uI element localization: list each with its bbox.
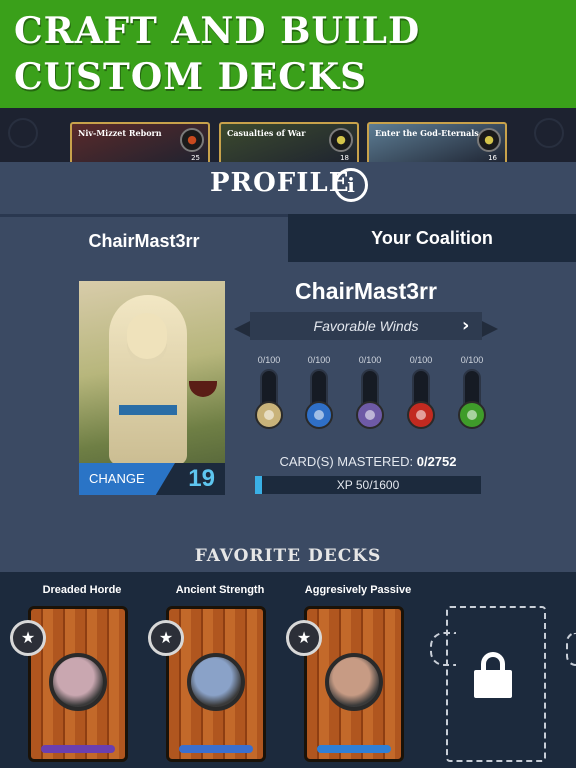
promo-banner: CRAFT AND BUILD CUSTOM DECKS [0,0,576,108]
green-mana-icon [458,401,486,429]
deck-avatar [187,653,245,711]
white-mana-icon [255,401,283,429]
player-title: Favorable Winds [313,318,419,334]
mana-meter: 0/100 [452,355,492,435]
player-title-selector[interactable]: Favorable Winds › [234,312,498,340]
mana-meter-label: 0/100 [307,355,331,365]
mini-card-name: Niv-Mizzet Reborn [78,128,162,138]
background-emblem-icon [534,118,564,148]
mini-card-count: 25 [191,154,200,162]
tab-profile[interactable]: ChairMast3rr [0,214,288,262]
favorite-decks-title: FAVORITE DECKS [194,546,382,566]
deck-item[interactable]: Dreaded Horde ★ [10,572,142,768]
cards-mastered: CARD(S) MASTERED: 0/2752 [256,454,480,469]
star-icon[interactable]: ★ [286,620,322,656]
mana-meter-label: 0/100 [257,355,281,365]
deck-item[interactable]: Ancient Strength ★ [148,572,280,768]
info-icon[interactable]: i [334,168,368,202]
next-slot-hint [566,632,576,666]
orb-highlight [314,410,324,420]
banner-title: CRAFT AND BUILD CUSTOM DECKS [14,10,421,98]
deck-avatar [325,653,383,711]
cards-mastered-value: 0/2752 [416,454,457,469]
deck-color-bar [41,745,115,753]
mana-meter-label: 0/100 [358,355,382,365]
mana-meter-label: 0/100 [409,355,433,365]
star-icon[interactable]: ★ [10,620,46,656]
tab-your-coalition[interactable]: Your Coalition [288,214,576,262]
orb-highlight [416,410,426,420]
profile-header: PROFILE i [0,162,576,214]
deck-color-bar [317,745,391,753]
card-strip: Niv-Mizzet Reborn ● 25 Casualties of War… [0,108,576,162]
change-avatar-button[interactable]: CHANGE [79,463,175,495]
mana-symbol-icon: ● [180,128,204,152]
avatar-bar: CHANGE 19 [79,463,225,495]
player-level: 19 [188,465,215,492]
lock-body [474,670,512,698]
mini-card-name: Casualties of War [227,128,306,138]
deck-name: Aggresively Passive [304,584,412,596]
mana-symbol-icon: ● [329,128,353,152]
mana-symbol-icon: ● [477,128,501,152]
player-avatar: CHANGE 19 [79,281,225,495]
mini-card[interactable]: Enter the God-Eternals ● 16 [367,122,507,162]
player-name: ChairMast3rr [295,278,437,304]
orb-highlight [365,410,375,420]
background-emblem-icon [8,118,38,148]
mini-card[interactable]: Casualties of War ● 18 [219,122,359,162]
red-mana-icon [407,401,435,429]
mini-card-count: 18 [340,154,349,162]
mana-meter: 0/100 [299,355,339,435]
black-mana-icon [356,401,384,429]
mana-meter: 0/100 [249,355,289,435]
chevron-right-icon[interactable]: › [462,312,469,340]
deck-name: Ancient Strength [175,584,265,596]
mini-card-name: Enter the God-Eternals [375,128,479,138]
deck-item[interactable]: Aggresively Passive ★ [286,572,418,768]
mana-meter: 0/100 [350,355,390,435]
deck-avatar [49,653,107,711]
xp-label: XP 50/1600 [336,478,400,492]
mana-meter: 0/100 [401,355,441,435]
mini-card[interactable]: Niv-Mizzet Reborn ● 25 [70,122,210,162]
favorite-decks-list: Dreaded Horde ★ Ancient Strength ★ Aggre… [0,572,576,768]
xp-progress-bar: XP 50/1600 [255,476,481,494]
orb-highlight [467,410,477,420]
mummy-figure [109,295,187,465]
blue-mana-icon [305,401,333,429]
deck-color-bar [179,745,253,753]
mini-card-count: 16 [488,154,497,162]
orb-highlight [264,410,274,420]
lock-icon [474,652,512,698]
cards-mastered-label: CARD(S) MASTERED: [279,454,414,469]
page-title: PROFILE [210,168,350,198]
star-icon[interactable]: ★ [148,620,184,656]
mana-meter-label: 0/100 [460,355,484,365]
deck-name: Dreaded Horde [42,584,122,596]
